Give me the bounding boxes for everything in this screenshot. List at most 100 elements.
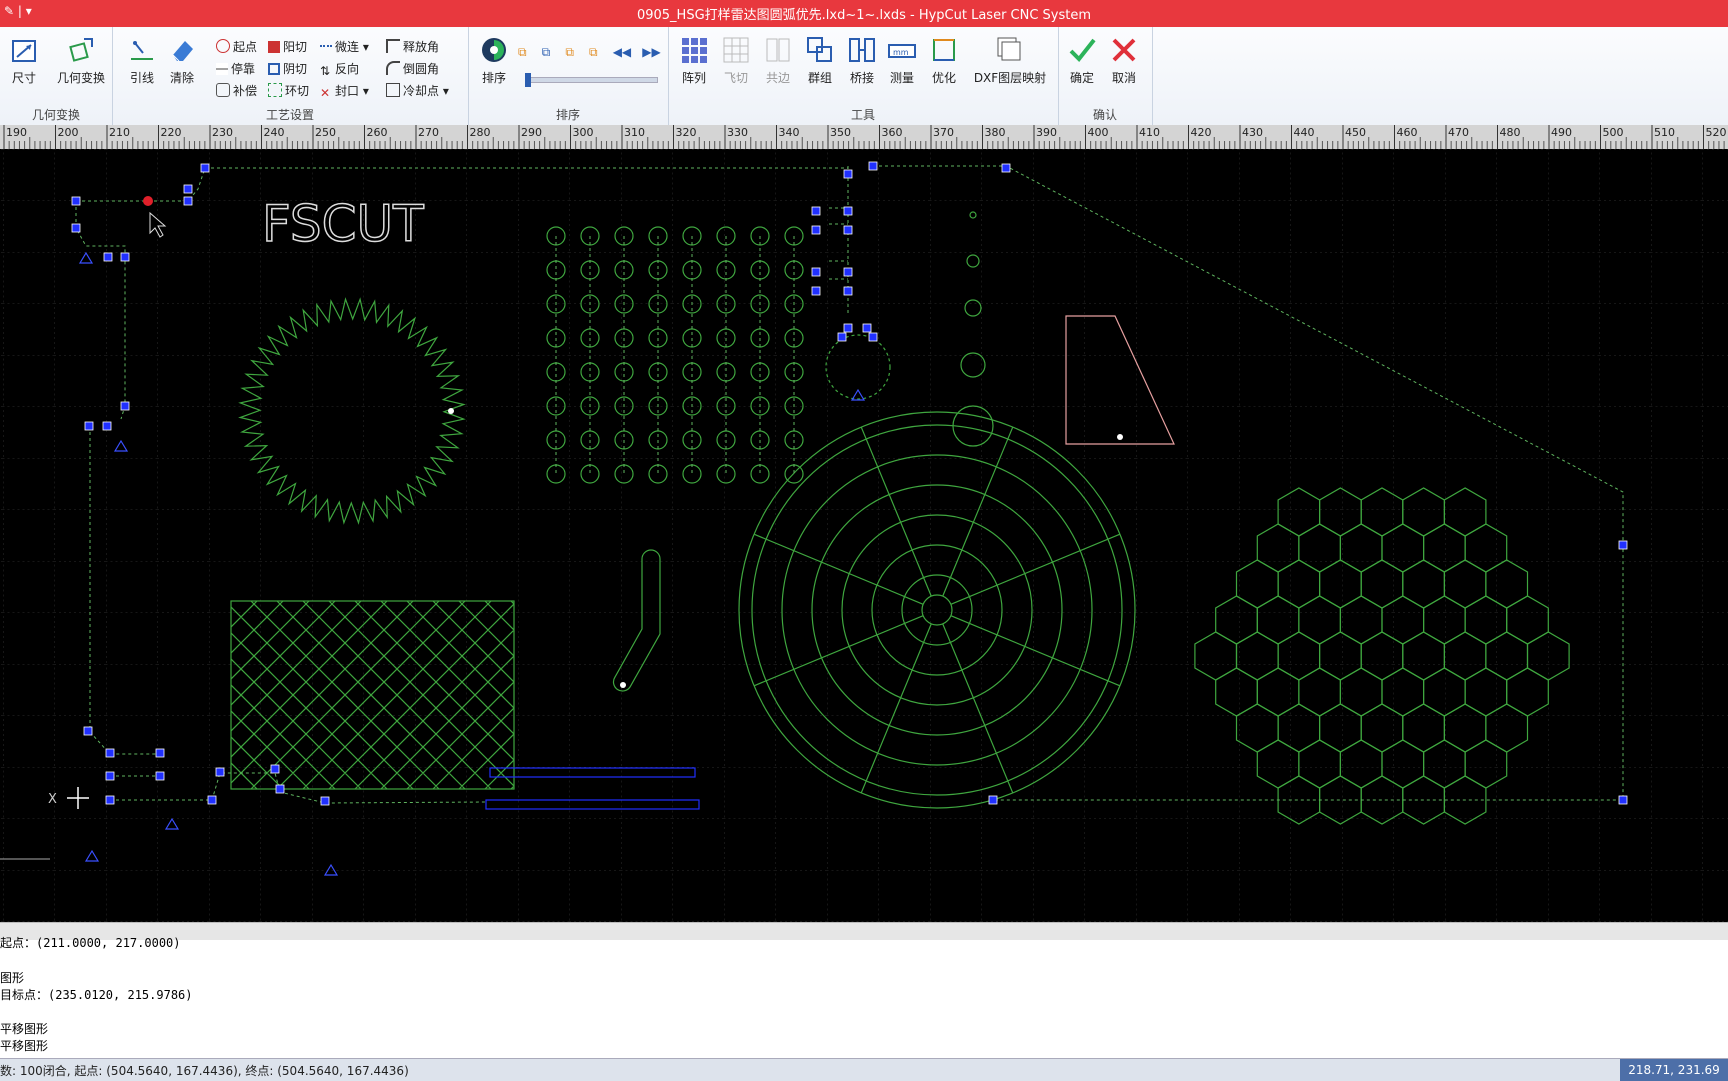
sort-icon-2[interactable]: ⧉ bbox=[542, 45, 551, 59]
ruler-label: 300 bbox=[573, 126, 594, 139]
size-icon bbox=[12, 40, 36, 62]
selection-handle bbox=[215, 767, 225, 777]
cursor-coordinates: 218.71, 231.69 bbox=[1620, 1059, 1728, 1081]
cooling-point-icon bbox=[386, 83, 400, 97]
compensate-button[interactable]: 补偿 bbox=[216, 82, 257, 99]
fscut-text[interactable]: FSCUT bbox=[261, 194, 425, 254]
optimize-label: 优化 bbox=[931, 71, 956, 85]
array-button[interactable]: 阵列 bbox=[672, 35, 716, 86]
cooling-point-button[interactable]: 冷却点 ▾ bbox=[386, 82, 449, 99]
measure-label: 测量 bbox=[889, 71, 914, 85]
ok-button[interactable]: 确定 bbox=[1060, 35, 1104, 86]
micro-joint-button[interactable]: 微连 ▾ bbox=[320, 38, 369, 55]
bridge-label: 桥接 bbox=[849, 71, 874, 85]
selection-handle bbox=[988, 795, 998, 805]
selection-handle bbox=[843, 286, 853, 296]
start-point bbox=[1117, 434, 1123, 440]
round-corner-button[interactable]: 倒圆角 bbox=[386, 60, 439, 77]
selection-handle bbox=[275, 784, 285, 794]
sort-label: 排序 bbox=[481, 71, 506, 85]
ruler-label: 250 bbox=[315, 126, 336, 139]
selection-handle bbox=[1618, 795, 1628, 805]
array-icon bbox=[682, 38, 707, 63]
drawing-canvas[interactable]: FSCUT X bbox=[0, 149, 1728, 922]
ruler-label: 230 bbox=[212, 126, 233, 139]
ruler-label: 490 bbox=[1551, 126, 1572, 139]
selection-handle bbox=[84, 421, 94, 431]
cancel-label: 取消 bbox=[1111, 71, 1136, 85]
clear-button[interactable]: 清除 bbox=[160, 35, 204, 86]
panel-splitter[interactable] bbox=[0, 922, 1728, 941]
selection-handle bbox=[155, 771, 165, 781]
group-label-tools: 工具 bbox=[850, 108, 875, 122]
reverse-button[interactable]: ⇅ 反向 bbox=[320, 60, 359, 78]
sort-icon-1[interactable]: ⧉ bbox=[518, 45, 527, 59]
ruler-label: 340 bbox=[779, 126, 800, 139]
selection-handle bbox=[811, 286, 821, 296]
inner-cut-button[interactable]: 阴切 bbox=[268, 60, 307, 77]
seal-icon: ✕ bbox=[320, 86, 331, 100]
common-edge-label: 共边 bbox=[765, 71, 790, 85]
size-button[interactable]: 尺寸 bbox=[2, 35, 46, 86]
selection-handle bbox=[207, 795, 217, 805]
ruler-label: 410 bbox=[1139, 126, 1160, 139]
seal-button[interactable]: ✕ 封口 ▾ bbox=[320, 82, 369, 100]
ruler-label: 220 bbox=[161, 126, 182, 139]
ruler-label: 430 bbox=[1242, 126, 1263, 139]
sort-icon-4[interactable]: ⧉ bbox=[589, 45, 598, 59]
console-line-1: 图形 bbox=[0, 971, 25, 985]
slider-thumb[interactable] bbox=[525, 73, 531, 87]
common-edge-button[interactable]: 共边 bbox=[756, 35, 800, 86]
measure-button[interactable]: mm 测量 bbox=[880, 35, 924, 86]
prev-icon[interactable]: ◀◀ bbox=[613, 45, 631, 59]
cancel-button[interactable]: 取消 bbox=[1102, 35, 1146, 86]
sort-slider[interactable] bbox=[525, 73, 658, 87]
sort-icon-3[interactable]: ⧉ bbox=[565, 45, 574, 59]
selection-handle bbox=[120, 252, 130, 262]
selection-handle bbox=[868, 161, 878, 171]
ruler-label: 330 bbox=[727, 126, 748, 139]
group-label: 群组 bbox=[807, 71, 832, 85]
size-label: 尺寸 bbox=[11, 71, 36, 85]
outer-cut-icon bbox=[268, 41, 280, 53]
selection-handle bbox=[843, 169, 853, 179]
selection-handle bbox=[103, 252, 113, 262]
sort-button[interactable]: 排序 bbox=[472, 35, 516, 86]
console-line-4: 平移图形 bbox=[0, 1022, 49, 1036]
outer-cut-button[interactable]: 阳切 bbox=[268, 38, 307, 55]
start-point bbox=[620, 682, 626, 688]
stop-button[interactable]: 停靠 bbox=[216, 60, 255, 77]
bridge-icon bbox=[849, 38, 875, 62]
console-line-5: 平移图形 bbox=[0, 1039, 49, 1053]
dxf-map-button[interactable]: DXF图层映射 bbox=[970, 35, 1050, 86]
ruler-label: 360 bbox=[882, 126, 903, 139]
ring-cut-button[interactable]: 环切 bbox=[268, 82, 309, 99]
compensate-icon bbox=[216, 83, 230, 97]
lead-icon bbox=[131, 41, 153, 60]
ruler-label: 210 bbox=[109, 126, 130, 139]
group-tools: 阵列 飞切 共边 群组 桥接 mm 测量 优化 DXF图层映射 工具 bbox=[668, 27, 1059, 125]
selection-handle bbox=[270, 764, 280, 774]
window-title: 0905_HSG打样雷达图圆弧优先.lxd~1~.lxds - HypCut L… bbox=[636, 8, 1092, 23]
selection-handle bbox=[811, 225, 821, 235]
stop-icon bbox=[216, 63, 228, 75]
selection-handle bbox=[120, 401, 130, 411]
fly-cut-button[interactable]: 飞切 bbox=[714, 35, 758, 86]
selection-handle bbox=[320, 796, 330, 806]
start-point-button[interactable]: 起点 bbox=[216, 38, 257, 55]
selection-handle bbox=[1001, 163, 1011, 173]
optimize-button[interactable]: 优化 bbox=[922, 35, 966, 86]
ruler-label: 370 bbox=[933, 126, 954, 139]
release-angle-button[interactable]: 释放角 bbox=[386, 38, 439, 55]
group-process: 引线 清除 起点 停靠 补偿 阳切 阴切 环切 微连 ▾ ⇅ 反向 ✕ 封口 ▾ 释… bbox=[112, 27, 469, 125]
group-button[interactable]: 群组 bbox=[798, 35, 842, 86]
geo-transform-button[interactable]: 几何变换 bbox=[52, 35, 110, 86]
ruler-label: 240 bbox=[264, 126, 285, 139]
bridge-button[interactable]: 桥接 bbox=[840, 35, 884, 86]
lead-button[interactable]: 引线 bbox=[120, 35, 164, 86]
command-output: 起点：(211.0000, 217.0000) 图形 目标点：(235.0120… bbox=[0, 936, 1728, 1058]
svg-text:mm: mm bbox=[893, 48, 909, 57]
selection-handle bbox=[843, 206, 853, 216]
next-icon[interactable]: ▶▶ bbox=[642, 45, 660, 59]
horizontal-ruler[interactable]: 190 200 210 220 230 240 250 260 270 280 290 300 310 3… bbox=[0, 125, 1728, 150]
